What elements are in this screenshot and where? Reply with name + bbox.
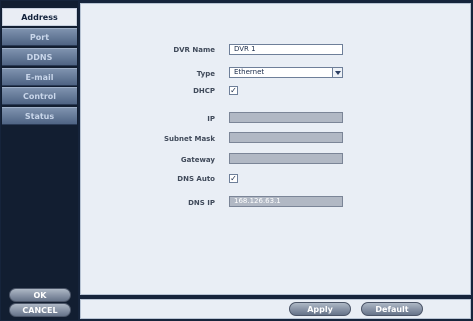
type-select[interactable]: Ethernet bbox=[229, 67, 343, 78]
sidebar: Address Port DDNS E-mail Control Status … bbox=[1, 1, 78, 320]
tab-email[interactable]: E-mail bbox=[2, 68, 77, 86]
subnet-mask-label: Subnet Mask bbox=[163, 135, 215, 143]
type-dropdown-button[interactable] bbox=[332, 67, 343, 78]
gateway-label: Gateway bbox=[180, 156, 215, 164]
ip-label: IP bbox=[207, 115, 215, 123]
footer-bar: Apply Default bbox=[80, 299, 471, 319]
dhcp-label: DHCP bbox=[193, 87, 215, 95]
subnet-mask-input[interactable] bbox=[229, 132, 343, 143]
dvr-name-label: DVR Name bbox=[173, 46, 215, 54]
network-settings-window: Address Port DDNS E-mail Control Status … bbox=[0, 0, 473, 321]
default-button[interactable]: Default bbox=[361, 302, 423, 316]
dns-ip-label: DNS IP bbox=[188, 199, 215, 207]
tab-ddns[interactable]: DDNS bbox=[2, 48, 77, 66]
checkmark-icon: ✓ bbox=[230, 86, 237, 95]
tab-address[interactable]: Address bbox=[2, 8, 77, 26]
chevron-down-icon bbox=[335, 71, 341, 75]
apply-button[interactable]: Apply bbox=[289, 302, 351, 316]
dns-auto-checkbox[interactable]: ✓ bbox=[229, 174, 238, 183]
gateway-input[interactable] bbox=[229, 153, 343, 164]
dns-auto-label: DNS Auto bbox=[177, 175, 215, 183]
cancel-button[interactable]: CANCEL bbox=[9, 303, 71, 317]
tab-status[interactable]: Status bbox=[2, 107, 77, 125]
dns-ip-input[interactable]: 168.126.63.1 bbox=[229, 196, 343, 207]
ip-input[interactable] bbox=[229, 112, 343, 123]
ok-button[interactable]: OK bbox=[9, 288, 71, 302]
checkmark-icon: ✓ bbox=[230, 174, 237, 183]
tab-port[interactable]: Port bbox=[2, 28, 77, 46]
tab-control[interactable]: Control bbox=[2, 87, 77, 105]
dvr-name-input[interactable]: DVR 1 bbox=[229, 44, 343, 55]
address-settings-panel: DVR Name DVR 1 Type Ethernet DHCP ✓ IP S… bbox=[80, 3, 471, 295]
type-label: Type bbox=[196, 70, 215, 78]
type-value: Ethernet bbox=[234, 68, 265, 76]
dhcp-checkbox[interactable]: ✓ bbox=[229, 86, 238, 95]
